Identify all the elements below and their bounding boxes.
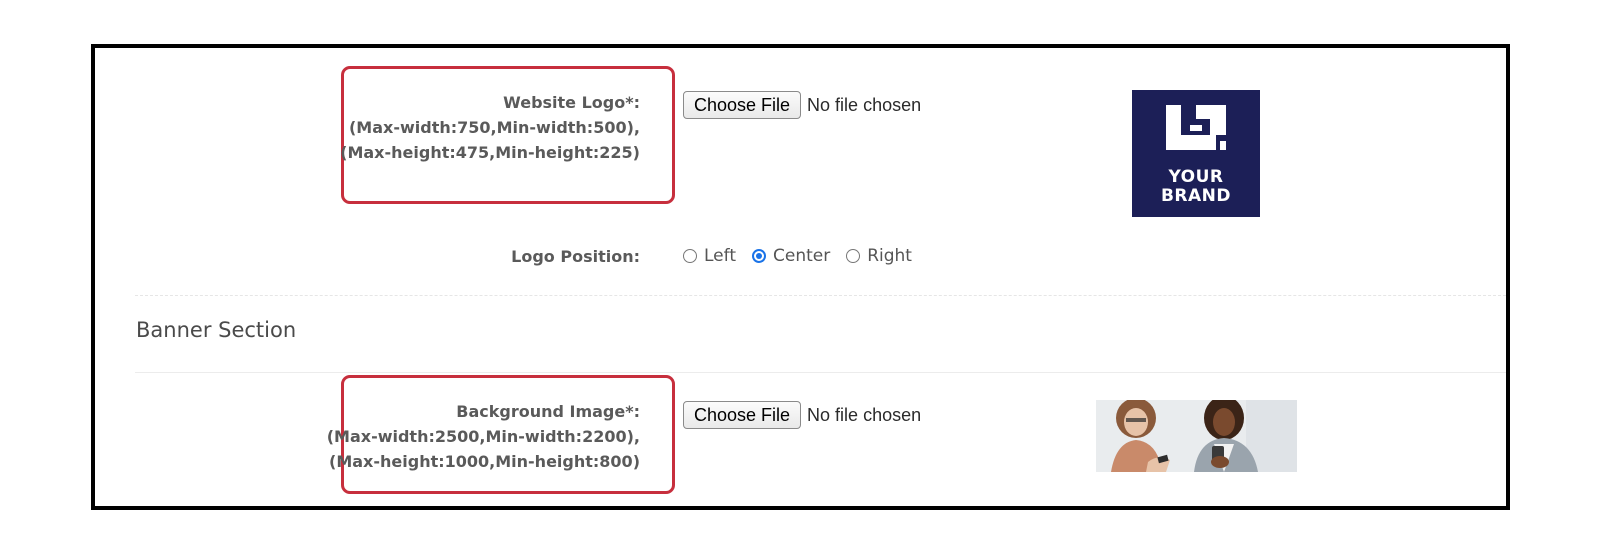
radio-right-label: Right bbox=[867, 246, 912, 266]
banner-photo-illustration bbox=[1096, 400, 1297, 472]
radio-left[interactable] bbox=[683, 249, 697, 263]
brand-logo-text-line2: BRAND bbox=[1160, 186, 1232, 206]
logo-position-right[interactable]: Right bbox=[846, 246, 912, 266]
radio-center[interactable] bbox=[751, 249, 766, 263]
radio-left-label: Left bbox=[704, 246, 736, 266]
brand-mark-icon bbox=[1166, 105, 1226, 150]
radio-center-label: Center bbox=[772, 246, 831, 266]
logo-file-status: No file chosen bbox=[807, 94, 922, 115]
banner-section-title: Banner Section bbox=[136, 318, 297, 342]
logo-file-input[interactable]: Choose File No file chosen bbox=[683, 91, 921, 119]
background-image-label-title: Background Image*: bbox=[456, 402, 640, 421]
background-file-input[interactable]: Choose File No file chosen bbox=[683, 401, 921, 429]
brand-logo-preview: YOUR BRAND bbox=[1132, 90, 1260, 217]
settings-panel: Website Logo*: (Max-width:750,Min-width:… bbox=[91, 44, 1510, 510]
background-image-label-width: (Max-width:2500,Min-width:2200), bbox=[326, 427, 640, 446]
background-choose-file-button[interactable]: Choose File bbox=[683, 401, 802, 429]
website-logo-label-title: Website Logo*: bbox=[503, 93, 640, 112]
logo-position-center[interactable]: Center bbox=[751, 246, 831, 266]
background-file-status: No file chosen bbox=[807, 404, 922, 425]
background-image-label-height: (Max-height:1000,Min-height:800) bbox=[329, 452, 640, 471]
section-divider-top bbox=[135, 295, 1506, 296]
radio-right[interactable] bbox=[846, 249, 861, 263]
logo-position-left[interactable]: Left bbox=[683, 246, 736, 266]
logo-position-radio-group: Left Center Right bbox=[683, 246, 928, 266]
section-divider-bottom bbox=[135, 372, 1506, 373]
background-image-label: Background Image*: (Max-width:2500,Min-w… bbox=[327, 399, 640, 474]
logo-choose-file-button[interactable]: Choose File bbox=[683, 91, 802, 119]
brand-logo-text-line1: YOUR bbox=[1168, 167, 1224, 187]
website-logo-label-height: (Max-height:475,Min-height:225) bbox=[340, 143, 640, 162]
brand-logo-text: YOUR BRAND bbox=[1132, 168, 1260, 206]
website-logo-label: Website Logo*: (Max-width:750,Min-width:… bbox=[340, 90, 640, 165]
logo-position-label: Logo Position: bbox=[511, 247, 640, 266]
banner-preview-image bbox=[1096, 400, 1297, 472]
website-logo-label-width: (Max-width:750,Min-width:500), bbox=[348, 118, 640, 137]
